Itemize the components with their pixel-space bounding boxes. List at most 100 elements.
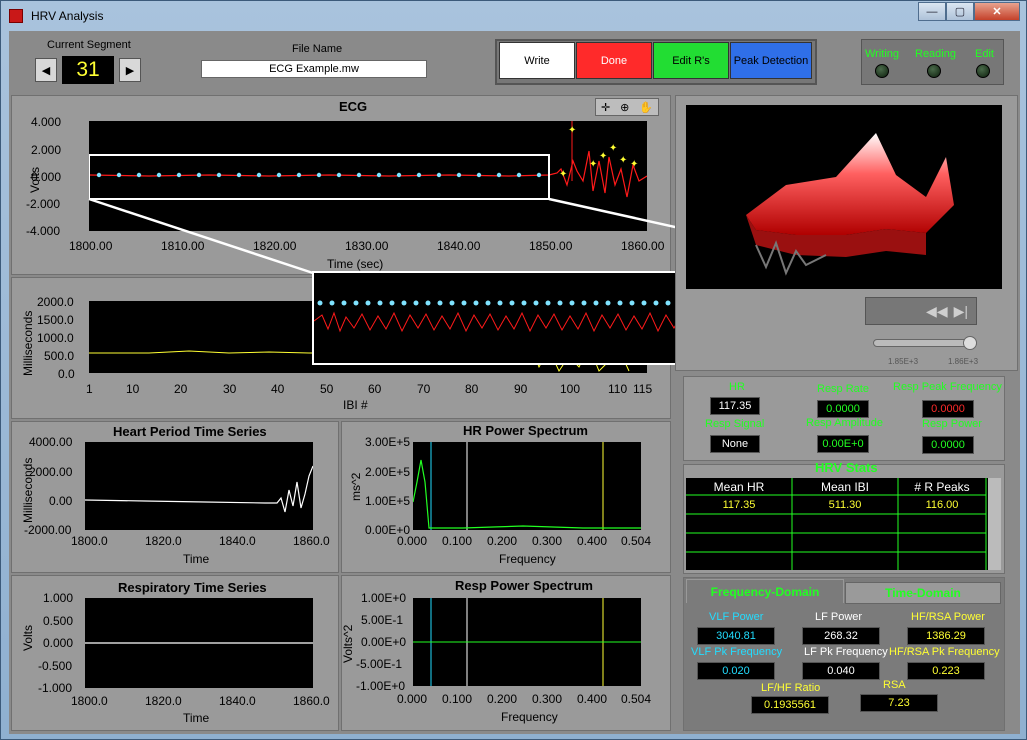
rps-xtick: 0.400 (577, 692, 608, 706)
led-panel (861, 39, 1004, 85)
table-header: Mean IBI (820, 480, 870, 494)
hp-ytick: 2000.00 (29, 465, 73, 479)
ibi-xtick: 30 (223, 382, 237, 396)
ecg-xtick: 1850.00 (529, 239, 573, 253)
resp-signal-label: Resp Signal (705, 418, 765, 430)
edit-rs-button[interactable]: Edit R's (653, 42, 729, 79)
rps-xtick: 0.504 (621, 692, 652, 706)
hrps-xtick: 0.000 (397, 534, 428, 548)
ibi-xtick: 50 (320, 382, 334, 396)
3d-surface-plot[interactable] (686, 105, 1002, 289)
edit-led (976, 64, 990, 78)
tab-label: Frequency-Domain (710, 584, 820, 599)
svg-text:✦: ✦ (568, 125, 576, 136)
vlf-pk-frequency-indicator: 0.020 (697, 662, 775, 680)
rps-xtick: 0.300 (532, 692, 563, 706)
svg-text:✦: ✦ (559, 169, 567, 180)
hrps-xtick: 0.200 (487, 534, 518, 548)
hp-plot[interactable] (84, 442, 314, 530)
resp-plot[interactable] (85, 598, 313, 688)
tab-time-domain[interactable]: Time-Domain (845, 582, 1001, 604)
ecg-title: ECG (339, 99, 368, 114)
graph-toolbar: ✛ ⊕ ✋ (595, 98, 659, 116)
rps-title: Resp Power Spectrum (455, 578, 593, 593)
maximize-button[interactable]: ▢ (946, 2, 974, 21)
resp-xtick: 1820.0 (145, 694, 182, 708)
hrps-ytick: 1.00E+5 (365, 494, 411, 508)
hrps-ytick: 2.00E+5 (365, 465, 411, 479)
hrps-title: HR Power Spectrum (463, 423, 588, 438)
hrps-plot[interactable] (412, 442, 641, 530)
hf-pk-frequency-label: HF/RSA Pk Frequency (889, 646, 1000, 658)
ecg-xtick: 1810.00 (161, 239, 205, 253)
table-cell: 511.30 (828, 499, 862, 511)
ecg-plot[interactable]: ✦ ✦ ✦ ✦ ✦ ✦ ✦ (88, 121, 648, 231)
ibi-xtick: 100 (560, 382, 581, 396)
ibi-xtick: 115 (633, 382, 653, 396)
resp-rate-label: Resp Rate (817, 383, 869, 395)
lfhf-ratio-indicator: 0.1935561 (751, 696, 829, 714)
ibi-xtick: 80 (465, 382, 479, 396)
lfhf-ratio-label: LF/HF Ratio (761, 682, 821, 694)
resp-y-label: Volts (21, 624, 35, 651)
main-client: Current Segment ◀ 31 ▶ File Name ECG Exa… (9, 31, 1020, 734)
skip-end-icon[interactable]: ▶| (954, 303, 968, 320)
ibi-xtick: 40 (271, 382, 285, 396)
app-logo-icon (9, 9, 23, 23)
resp-rate-indicator: 0.0000 (817, 400, 869, 418)
done-button[interactable]: Done (576, 42, 652, 79)
rps-xtick: 0.100 (442, 692, 473, 706)
svg-text:✦: ✦ (619, 155, 627, 166)
reading-label: Reading (915, 48, 956, 60)
prev-segment-button[interactable]: ◀ (35, 58, 57, 82)
pan-hand-icon[interactable]: ✋ (639, 101, 653, 114)
ibi-xtick: 20 (174, 382, 188, 396)
ibi-xtick: 10 (126, 382, 140, 396)
rps-ytick: 0.00E+0 (361, 635, 407, 649)
time-slider[interactable] (873, 339, 977, 347)
ibi-x-label: IBI # (343, 398, 368, 412)
crosshair-icon[interactable]: ✛ (601, 101, 610, 114)
ecg-ytick: -2.000 (26, 197, 61, 211)
peak-detection-button[interactable]: Peak Detection (730, 42, 812, 79)
hr-indicator: 117.35 (710, 397, 760, 415)
ibi-xtick: 1 (86, 382, 93, 396)
table-scrollbar[interactable] (988, 478, 1001, 570)
resp-amplitude-label: Resp Amplitude (806, 417, 884, 429)
title-bar: HRV Analysis — ▢ ✕ (1, 1, 1026, 31)
writing-label: Writing (865, 48, 900, 60)
hp-xtick: 1820.0 (145, 534, 182, 548)
rps-ytick: 1.00E+0 (361, 591, 407, 605)
zoom-icon[interactable]: ⊕ (620, 101, 629, 114)
tab-frequency-domain[interactable]: Frequency-Domain (686, 579, 844, 603)
hp-ytick: 4000.00 (29, 435, 73, 449)
ecg-xtick: 1820.00 (253, 239, 297, 253)
table-cell: 116.00 (925, 499, 959, 511)
rps-plot[interactable] (413, 598, 641, 686)
window-title: HRV Analysis (31, 9, 104, 23)
rps-ytick: -1.00E+0 (356, 679, 406, 693)
next-segment-button[interactable]: ▶ (119, 58, 141, 82)
resp-peak-frequency-label: Resp Peak Frequency (893, 381, 1002, 393)
resp-ytick: -1.000 (38, 681, 73, 695)
ecg-ytick: 0.000 (31, 170, 62, 184)
rps-xtick: 0.000 (397, 692, 428, 706)
resp-ytick: 0.500 (43, 614, 74, 628)
segment-label: Current Segment (47, 39, 131, 51)
ecg-xtick: 1800.00 (69, 239, 113, 253)
rewind-icon[interactable]: ◀◀ (926, 303, 948, 320)
hrv-stats-table: Mean HR Mean IBI # R Peaks 117.35 511.30… (686, 478, 1001, 570)
resp-ytick: -0.500 (38, 659, 73, 673)
rps-ytick: 5.00E-1 (361, 613, 404, 627)
close-button[interactable]: ✕ (974, 2, 1020, 21)
file-name-field[interactable]: ECG Example.mw (201, 60, 427, 78)
ecg-ytick: -4.000 (26, 224, 61, 238)
minimize-button[interactable]: — (918, 2, 946, 21)
hp-ytick: -2000.00 (24, 523, 72, 537)
svg-text:✦: ✦ (630, 159, 638, 170)
resp-signal-indicator[interactable]: None (710, 435, 760, 453)
hrps-xtick: 0.300 (532, 534, 563, 548)
write-button[interactable]: Write (499, 42, 575, 79)
slider-thumb[interactable] (963, 336, 977, 350)
hf-power-indicator: 1386.29 (907, 627, 985, 645)
